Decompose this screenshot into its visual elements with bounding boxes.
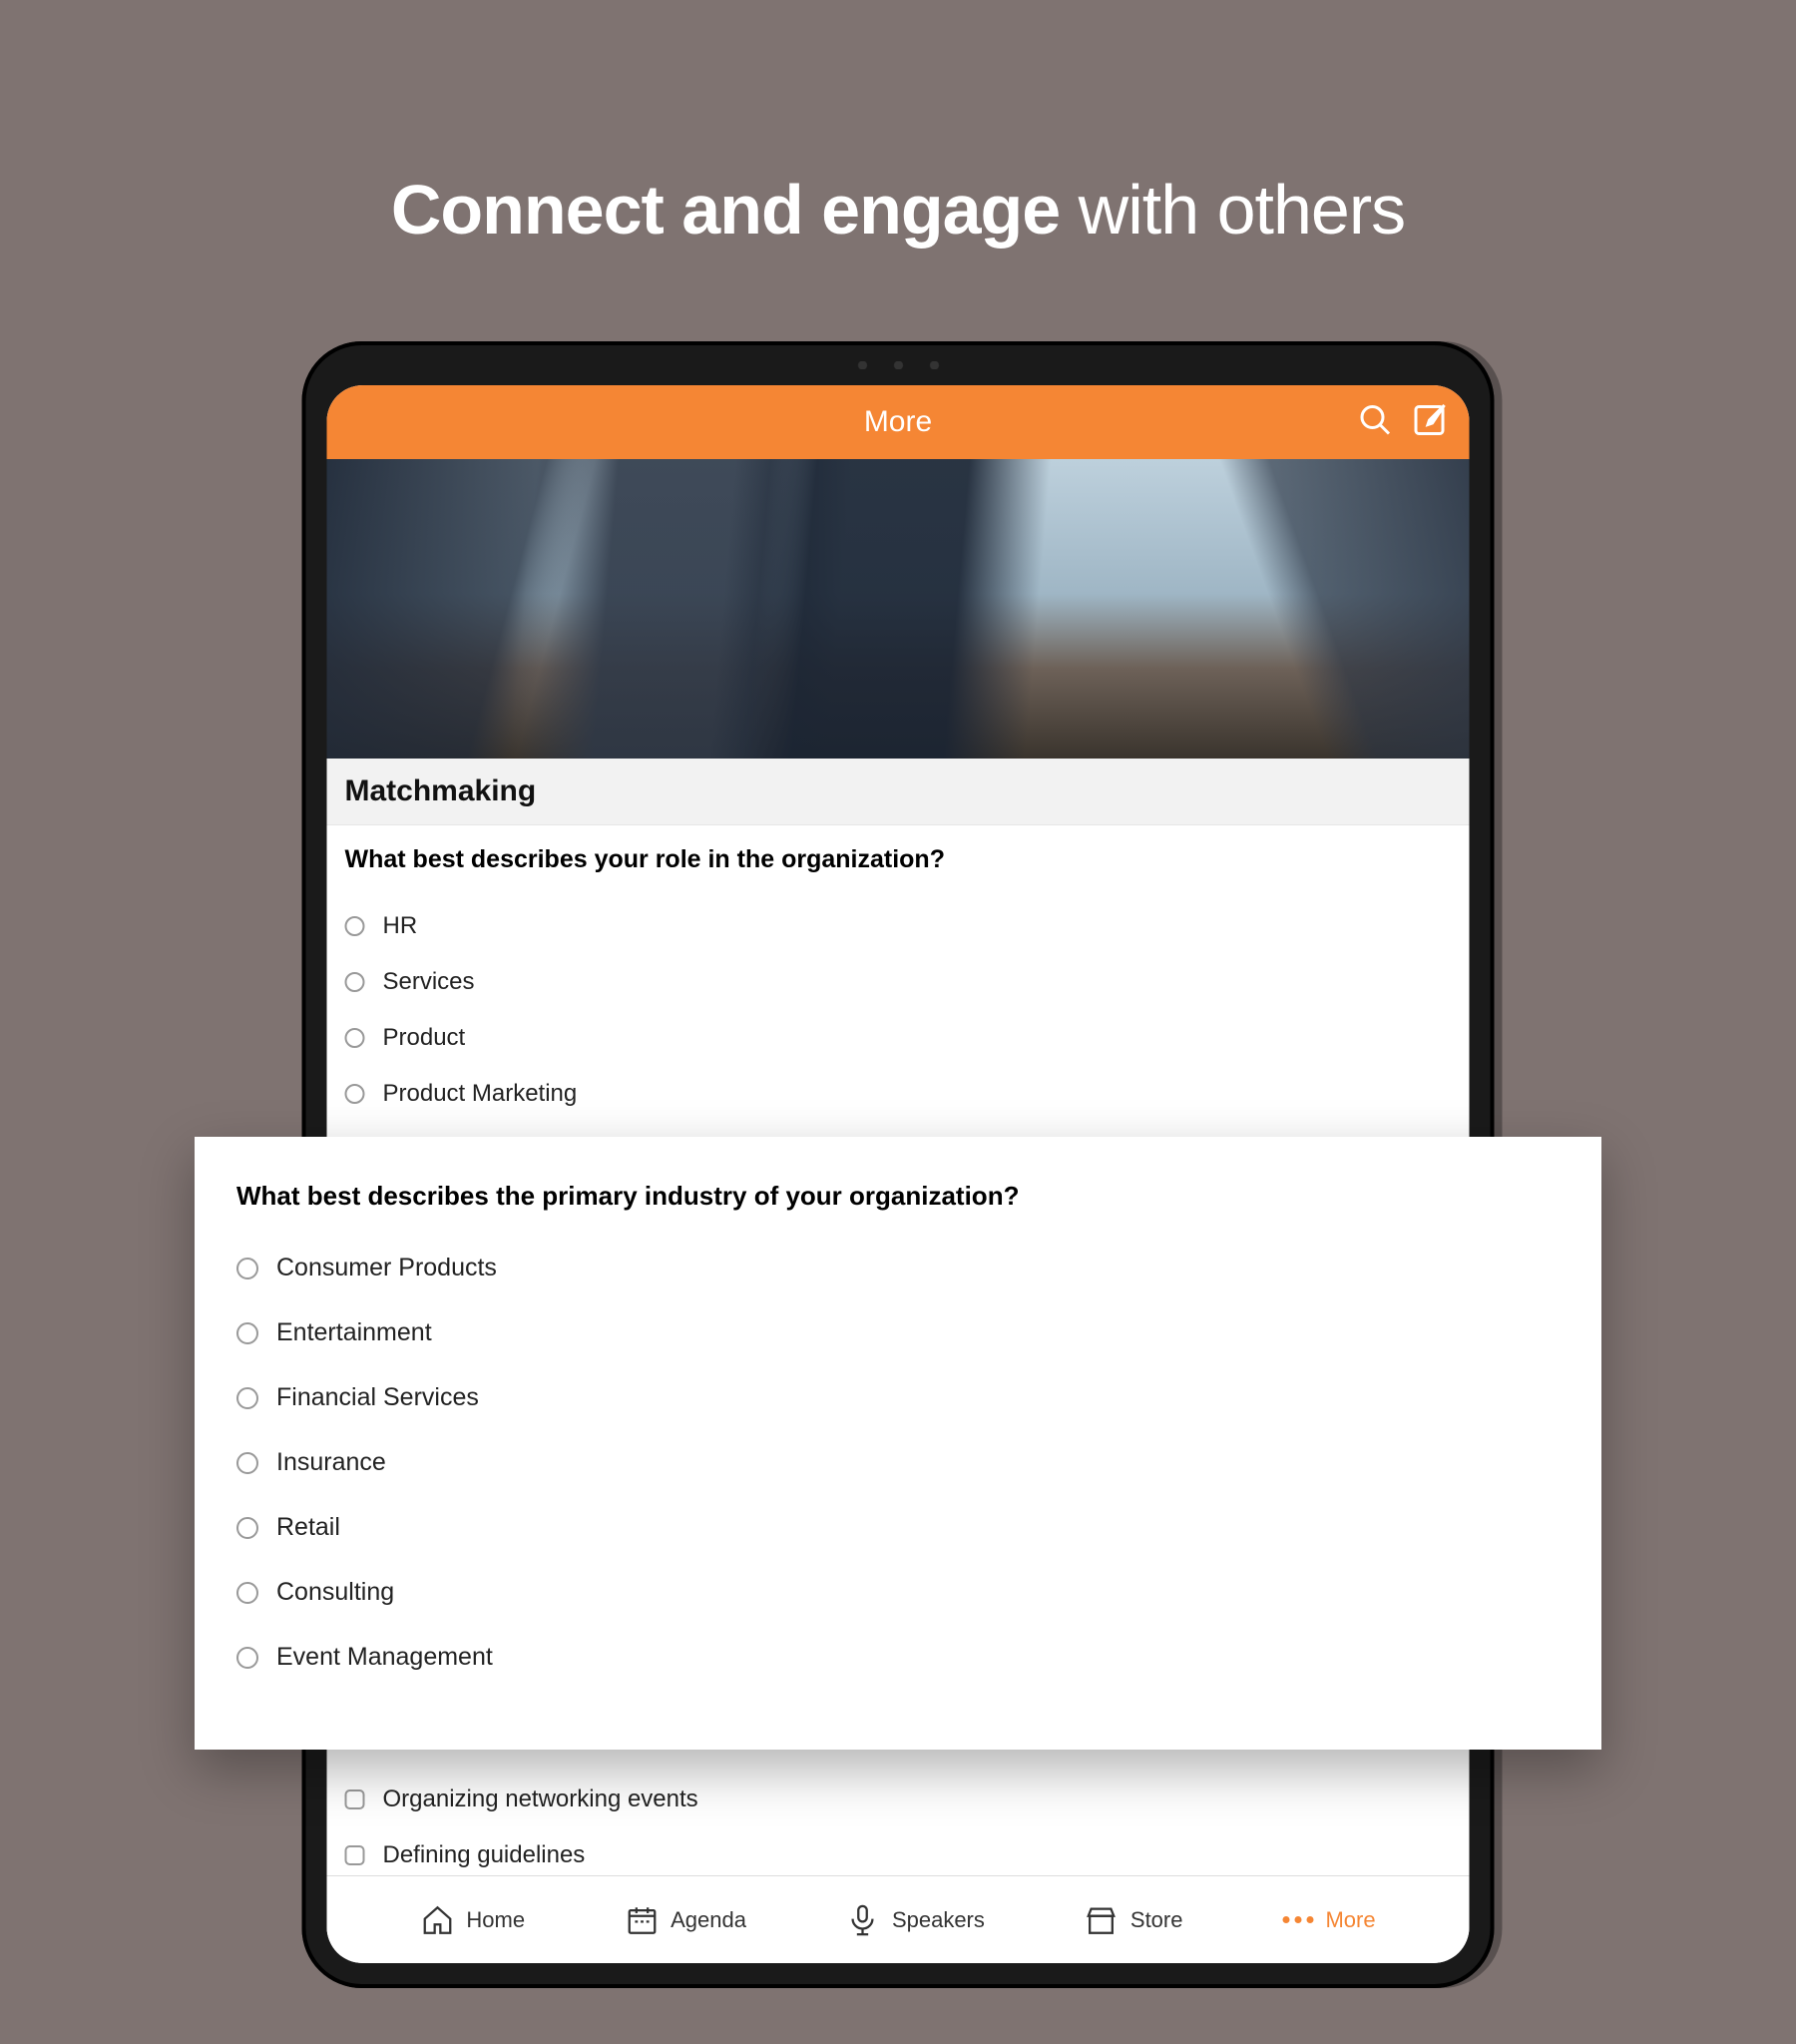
option-hr[interactable]: HR <box>345 898 1452 954</box>
question-card-industry: What best describes the primary industry… <box>195 1137 1601 1750</box>
option-label: Entertainment <box>276 1318 432 1347</box>
more-dots-icon <box>1282 1916 1313 1923</box>
search-icon[interactable] <box>1358 402 1394 443</box>
question-role-text: What best describes your role in the org… <box>345 845 1452 874</box>
option-label: HR <box>383 912 418 940</box>
option-label: Retail <box>276 1513 340 1542</box>
checkbox-icon[interactable] <box>345 1789 365 1809</box>
page-title: More <box>864 405 932 439</box>
option-entertainment[interactable]: Entertainment <box>236 1300 1560 1365</box>
hero-image <box>327 459 1470 759</box>
option-event-management[interactable]: Event Management <box>236 1625 1560 1690</box>
question-card-role: What best describes your role in the org… <box>327 825 1470 1134</box>
radio-icon[interactable] <box>236 1582 258 1604</box>
radio-icon[interactable] <box>345 1084 365 1104</box>
nav-label: Store <box>1130 1907 1183 1933</box>
option-services[interactable]: Services <box>345 954 1452 1010</box>
option-label: Insurance <box>276 1448 386 1477</box>
option-label: Product <box>383 1024 466 1052</box>
option-consulting[interactable]: Consulting <box>236 1560 1560 1625</box>
option-label: Services <box>383 968 475 996</box>
option-retail[interactable]: Retail <box>236 1495 1560 1560</box>
nav-label: More <box>1325 1907 1375 1933</box>
topbar-actions <box>1358 402 1448 443</box>
option-label: Consulting <box>276 1578 394 1607</box>
radio-icon[interactable] <box>236 1258 258 1279</box>
checkbox-icon[interactable] <box>345 1845 365 1865</box>
nav-home[interactable]: Home <box>420 1903 525 1937</box>
radio-icon[interactable] <box>236 1647 258 1669</box>
radio-icon[interactable] <box>236 1517 258 1539</box>
nav-label: Speakers <box>892 1907 985 1933</box>
option-label: Consumer Products <box>276 1254 497 1282</box>
radio-icon[interactable] <box>345 972 365 992</box>
radio-icon[interactable] <box>236 1387 258 1409</box>
nav-more[interactable]: More <box>1282 1907 1375 1933</box>
radio-icon[interactable] <box>236 1452 258 1474</box>
nav-agenda[interactable]: Agenda <box>625 1903 746 1937</box>
option-label: Product Marketing <box>383 1080 578 1108</box>
option-label: Defining guidelines <box>383 1841 586 1869</box>
radio-icon[interactable] <box>236 1322 258 1344</box>
radio-icon[interactable] <box>345 916 365 936</box>
nav-store[interactable]: Store <box>1085 1903 1183 1937</box>
option-networking-events[interactable]: Organizing networking events <box>345 1772 1452 1827</box>
option-product[interactable]: Product <box>345 1010 1452 1066</box>
headline-light: with others <box>1060 171 1405 249</box>
top-bar: More <box>327 385 1470 459</box>
nav-label: Home <box>466 1907 525 1933</box>
page-headline: Connect and engage with others <box>0 0 1796 250</box>
option-label: Financial Services <box>276 1383 479 1412</box>
option-insurance[interactable]: Insurance <box>236 1430 1560 1495</box>
nav-label: Agenda <box>671 1907 746 1933</box>
option-label: Event Management <box>276 1643 493 1672</box>
nav-speakers[interactable]: Speakers <box>846 1903 985 1937</box>
option-consumer-products[interactable]: Consumer Products <box>236 1236 1560 1300</box>
headline-bold: Connect and engage <box>391 171 1060 249</box>
bottom-nav: Home Agenda Speakers Store More <box>327 1875 1470 1963</box>
radio-icon[interactable] <box>345 1028 365 1048</box>
option-label: Organizing networking events <box>383 1786 698 1813</box>
edit-icon[interactable] <box>1412 402 1448 443</box>
section-header-matchmaking: Matchmaking <box>327 759 1470 825</box>
option-product-marketing[interactable]: Product Marketing <box>345 1066 1452 1122</box>
question-industry-text: What best describes the primary industry… <box>236 1181 1560 1212</box>
option-financial-services[interactable]: Financial Services <box>236 1365 1560 1430</box>
